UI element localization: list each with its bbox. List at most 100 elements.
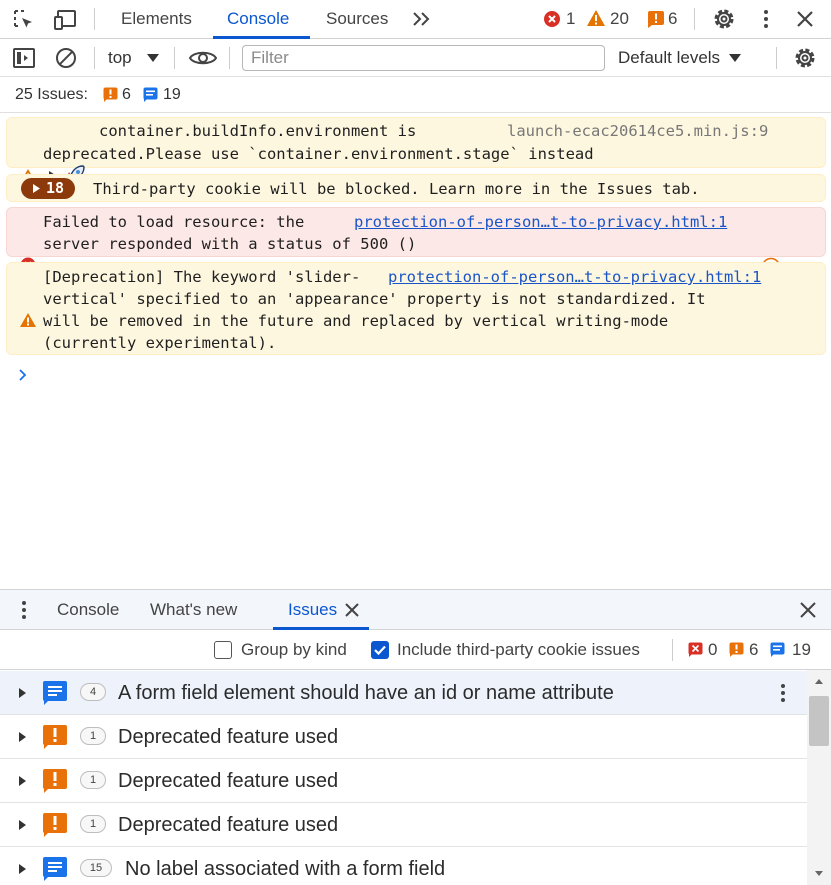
console-toolbar: top Default levels [0, 39, 831, 77]
issue-count-badge: 15 [80, 859, 112, 877]
issue-row[interactable]: 1 Deprecated feature used [0, 803, 807, 847]
include-third-party-label[interactable]: Include third-party cookie issues [397, 640, 640, 660]
warning-count[interactable]: 20 [610, 9, 629, 29]
sidebar-toggle-icon[interactable] [12, 47, 36, 69]
drawer-tab-console[interactable]: Console [57, 590, 119, 630]
info-issue-icon [42, 856, 68, 882]
log-levels-dropdown[interactable]: Default levels [618, 48, 720, 68]
issues-count[interactable]: 6 [668, 9, 677, 29]
scroll-up-arrow-icon[interactable] [814, 678, 824, 685]
issue-count-badge: 1 [80, 727, 106, 745]
drawer-tab-whats-new[interactable]: What's new [150, 590, 237, 630]
console-settings-gear-icon[interactable] [793, 46, 817, 70]
issue-title: Deprecated feature used [118, 814, 339, 836]
breaking-issue-icon [729, 642, 744, 657]
devtools-tab-bar: Elements Console Sources 1 20 6 [0, 0, 831, 39]
breaking-issue-icon [42, 724, 68, 750]
tab-console[interactable]: Console [227, 0, 289, 39]
issue-count-badge: 4 [80, 683, 106, 701]
message-text-line2: deprecated.Please use `container.environ… [43, 145, 594, 163]
page-error-icon [688, 642, 703, 657]
scroll-down-arrow-icon[interactable] [814, 870, 824, 877]
console-message-warning[interactable]: container.buildInfo.environment is launc… [6, 117, 826, 184]
breaking-issue-count: 6 [749, 640, 759, 659]
page-error-count: 0 [708, 640, 718, 659]
info-issue-icon [770, 642, 785, 657]
breaking-issue-icon [42, 812, 68, 838]
include-third-party-checkbox[interactable] [371, 641, 389, 659]
issue-title: No label associated with a form field [125, 858, 446, 880]
group-by-kind-checkbox[interactable] [214, 641, 232, 659]
expand-arrow-icon[interactable] [18, 863, 27, 875]
issue-title: Deprecated feature used [118, 770, 339, 792]
issue-row-kebab-icon[interactable] [773, 682, 793, 704]
expand-arrow-icon[interactable] [18, 731, 27, 743]
message-text-line1: container.buildInfo.environment is [99, 122, 417, 140]
context-selector-value: top [108, 48, 132, 67]
breaking-issue-icon [42, 768, 68, 794]
log-levels-dropdown-icon[interactable] [728, 53, 742, 63]
drawer-menu-kebab-icon[interactable] [14, 600, 34, 620]
error-count[interactable]: 1 [566, 9, 575, 29]
breaking-issue-icon [103, 87, 118, 102]
close-issues-tab-icon[interactable] [344, 602, 360, 618]
settings-gear-icon[interactable] [712, 7, 736, 31]
console-prompt-icon[interactable] [17, 368, 29, 382]
message-text-line4: (currently experimental). [43, 334, 277, 352]
context-dropdown-icon[interactable] [146, 53, 160, 63]
issues-summary-label: 25 Issues: [15, 86, 88, 103]
issue-row[interactable]: 15 No label associated with a form field [0, 847, 807, 885]
message-text-line1: Failed to load resource: the [43, 213, 305, 231]
issue-count-badge: 1 [80, 771, 106, 789]
expand-arrow-icon[interactable] [18, 819, 27, 831]
expand-arrow-icon[interactable] [18, 775, 27, 787]
log-levels-label: Default levels [618, 48, 721, 67]
tab-sources[interactable]: Sources [326, 0, 388, 39]
issues-count-icon[interactable] [647, 10, 665, 28]
console-message-group[interactable]: 18 Third-party cookie will be blocked. L… [6, 174, 826, 202]
more-options-kebab-icon[interactable] [756, 8, 776, 30]
more-tabs-icon[interactable] [411, 9, 433, 29]
message-text-line2: server responded with a status of 500 () [43, 235, 417, 253]
message-text-line2: vertical' specified to an 'appearance' p… [43, 290, 706, 308]
message-source-link[interactable]: protection-of-person…t-to-privacy.html:1 [354, 211, 727, 233]
issue-row[interactable]: 4 A form field element should have an id… [0, 671, 807, 715]
context-selector[interactable]: top [108, 48, 132, 68]
issues-scrollbar[interactable] [807, 670, 831, 885]
drawer-tab-issues[interactable]: Issues [288, 590, 337, 630]
filter-input[interactable] [242, 45, 605, 71]
info-issue-icon [42, 680, 68, 706]
close-devtools-icon[interactable] [794, 8, 816, 30]
tab-elements[interactable]: Elements [121, 0, 192, 39]
group-count-badge[interactable]: 18 [21, 178, 75, 199]
inspect-element-icon[interactable] [12, 8, 36, 32]
info-issue-icon [143, 87, 158, 102]
issue-row[interactable]: 1 Deprecated feature used [0, 715, 807, 759]
info-issue-count: 19 [163, 86, 181, 103]
issues-summary-bar[interactable]: 25 Issues: 6 19 [0, 77, 831, 113]
breaking-issue-count: 6 [122, 86, 131, 103]
expand-arrow-icon[interactable] [18, 687, 27, 699]
device-toolbar-icon[interactable] [54, 8, 80, 32]
info-issue-count: 19 [792, 640, 811, 659]
message-source-link[interactable]: protection-of-person…t-to-privacy.html:1 [388, 266, 761, 288]
clear-console-icon[interactable] [54, 47, 78, 69]
console-message-error[interactable]: Failed to load resource: the protection-… [6, 207, 826, 277]
issue-title: Deprecated feature used [118, 726, 339, 748]
issues-toolbar: Group by kind Include third-party cookie… [0, 630, 831, 670]
issue-row[interactable]: 1 Deprecated feature used [0, 759, 807, 803]
group-message-text: Third-party cookie will be blocked. Lear… [93, 180, 700, 198]
close-drawer-icon[interactable] [798, 600, 818, 620]
issue-count-badge: 1 [80, 815, 106, 833]
group-count: 18 [46, 179, 65, 197]
live-expression-eye-icon[interactable] [188, 47, 218, 69]
drawer-tab-bar: Console What's new Issues [0, 589, 831, 630]
scrollbar-thumb[interactable] [809, 696, 829, 746]
console-message-warning[interactable]: [Deprecation] The keyword 'slider- prote… [6, 262, 826, 355]
message-text-line3: will be removed in the future and replac… [43, 312, 669, 330]
message-text-line1: [Deprecation] The keyword 'slider- [43, 268, 361, 286]
warning-count-icon[interactable] [586, 9, 606, 27]
error-count-icon[interactable] [543, 10, 561, 28]
group-by-kind-label[interactable]: Group by kind [241, 640, 347, 660]
message-source-link[interactable]: launch-ecac20614ce5.min.js:9 [507, 120, 768, 142]
